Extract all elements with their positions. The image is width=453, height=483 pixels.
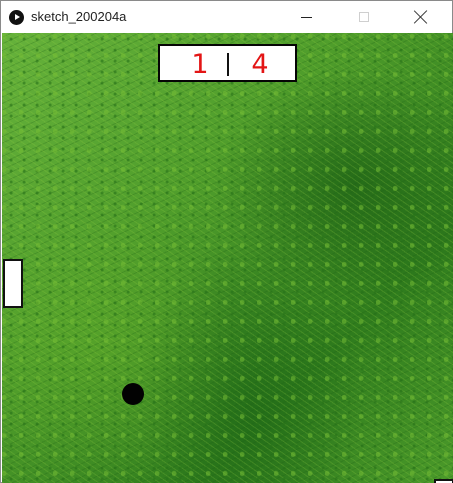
close-icon	[414, 10, 428, 24]
ball	[122, 383, 144, 405]
app-window: sketch_200204a 1 4	[0, 0, 453, 483]
left-paddle[interactable]	[3, 259, 23, 308]
processing-play-icon	[9, 10, 24, 25]
right-score: 4	[251, 49, 269, 80]
maximize-icon	[359, 12, 369, 22]
window-title: sketch_200204a	[31, 9, 127, 24]
scoreboard: 1 4	[158, 44, 297, 82]
maximize-button[interactable]	[341, 1, 387, 33]
title-bar[interactable]: sketch_200204a	[1, 1, 452, 33]
score-separator	[227, 53, 229, 76]
right-paddle[interactable]	[434, 479, 453, 483]
close-button[interactable]	[398, 1, 444, 33]
minimize-button[interactable]	[283, 1, 329, 33]
minimize-icon	[300, 16, 312, 18]
left-score: 1	[191, 49, 209, 80]
grass-playing-field[interactable]: 1 4	[2, 33, 453, 483]
